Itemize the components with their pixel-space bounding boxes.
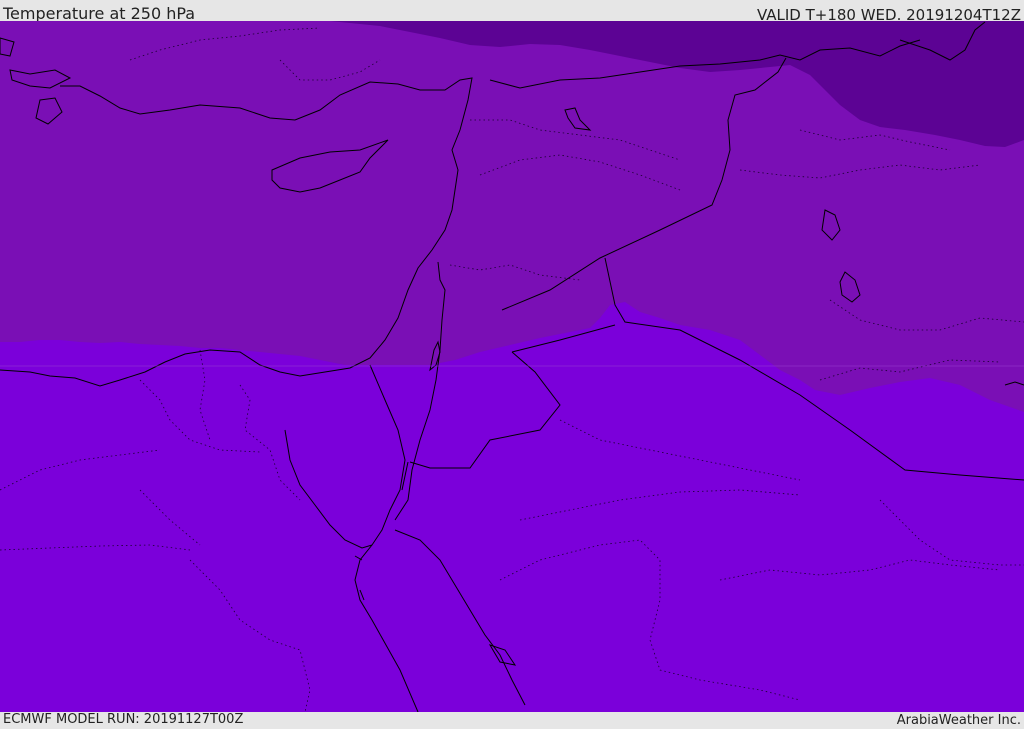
temperature-map bbox=[0, 21, 1024, 712]
credit-label: ArabiaWeather Inc. bbox=[896, 713, 1021, 728]
model-run-label: ECMWF MODEL RUN: 20191127T00Z bbox=[3, 712, 244, 727]
map-canvas bbox=[0, 21, 1024, 712]
map-footer: ECMWF MODEL RUN: 20191127T00Z ArabiaWeat… bbox=[0, 712, 1024, 729]
map-header: Temperature at 250 hPa VALID T+180 WED. … bbox=[0, 0, 1024, 24]
weather-map-frame: Temperature at 250 hPa VALID T+180 WED. … bbox=[0, 0, 1024, 729]
